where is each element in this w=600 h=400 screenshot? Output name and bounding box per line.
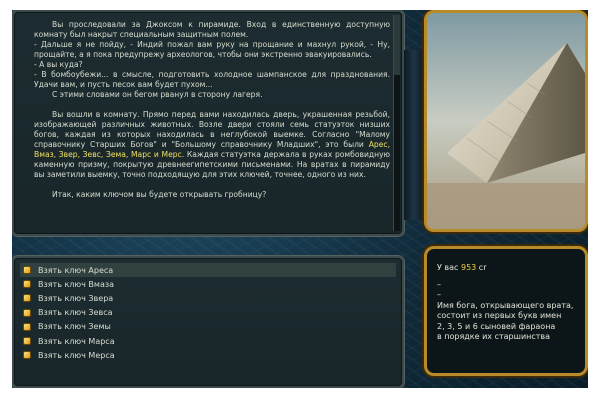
gold-bullet-icon — [24, 352, 30, 359]
story-line-2: - Дальше я не пойду, - Индий пожал вам р… — [34, 40, 390, 59]
money-value: 953 — [460, 263, 477, 272]
choices-panel: Взять ключ Ареса Взять ключ Вмаза Взять … — [12, 256, 404, 388]
money-prefix: У вас — [437, 263, 461, 272]
money-unit: cr — [476, 263, 487, 272]
choice-zeus-key[interactable]: Взять ключ Зевса — [20, 306, 396, 320]
story-line-5: С этими словами он бегом рванул в сторон… — [52, 90, 263, 99]
hint-line-2: состоит из первых букв имен — [437, 311, 562, 320]
money-line: У вас 953 cr — [437, 263, 575, 274]
info-dash-2: – — [437, 290, 441, 299]
choice-vmaz-key[interactable]: Взять ключ Вмаза — [20, 277, 396, 291]
choice-mers-key[interactable]: Взять ключ Мерса — [20, 348, 396, 362]
pyramid-image — [424, 10, 588, 232]
scrollbar-thumb[interactable] — [394, 15, 400, 75]
choice-label: Взять ключ Ареса — [38, 265, 114, 275]
choice-zver-key[interactable]: Взять ключ Звера — [20, 291, 396, 305]
info-panel: У вас 953 cr – – Имя бога, открывающего … — [424, 246, 588, 376]
story-question: Итак, каким ключом вы будете открывать г… — [52, 190, 267, 199]
story-scrollbar[interactable] — [393, 15, 400, 231]
hint-line-4: в порядке их старшинства — [437, 332, 551, 341]
gold-bullet-icon — [24, 323, 30, 330]
choice-label: Взять ключ Мерса — [38, 350, 115, 360]
pyramid-illustration — [427, 13, 585, 229]
gold-bullet-icon — [24, 295, 30, 302]
gold-bullet-icon — [24, 338, 30, 345]
story-paragraph-2: Вы вошли в комнату. Прямо перед вами нах… — [34, 110, 390, 180]
story-panel: Вы проследовали за Джоксом к пирамиде. В… — [12, 10, 404, 236]
story-paragraph-1: Вы проследовали за Джоксом к пирамиде. В… — [34, 20, 390, 39]
story-paragraph-2-start: Вы вошли в комнату. Прямо перед вами нах… — [34, 110, 390, 149]
choice-ares-key[interactable]: Взять ключ Ареса — [20, 263, 396, 278]
choice-zema-key[interactable]: Взять ключ Земы — [20, 320, 396, 334]
hint-line-3: 2, 3, 5 и 6 сыновей фараона — [437, 321, 556, 331]
info-dash-1: – — [437, 279, 441, 289]
choice-label: Взять ключ Зевса — [38, 308, 113, 318]
choice-label: Взять ключ Вмаза — [38, 279, 115, 289]
choice-label: Взять ключ Марса — [38, 336, 115, 346]
gold-bullet-icon — [24, 281, 30, 288]
gold-bullet-icon — [24, 309, 30, 316]
gold-bullet-icon — [24, 267, 30, 274]
story-line-4: - В бомбоубежи... в смысле, подготовить … — [34, 70, 390, 89]
choice-label: Взять ключ Звера — [38, 293, 114, 303]
game-window: Вы проследовали за Джоксом к пирамиде. В… — [12, 10, 588, 388]
decorative-pipe — [404, 50, 424, 220]
choice-label: Взять ключ Земы — [38, 322, 111, 332]
hint-line-1: Имя бога, открывающего врата, — [437, 300, 574, 310]
choice-mars-key[interactable]: Взять ключ Марса — [20, 334, 396, 348]
story-line-3: - А вы куда? — [34, 60, 83, 69]
